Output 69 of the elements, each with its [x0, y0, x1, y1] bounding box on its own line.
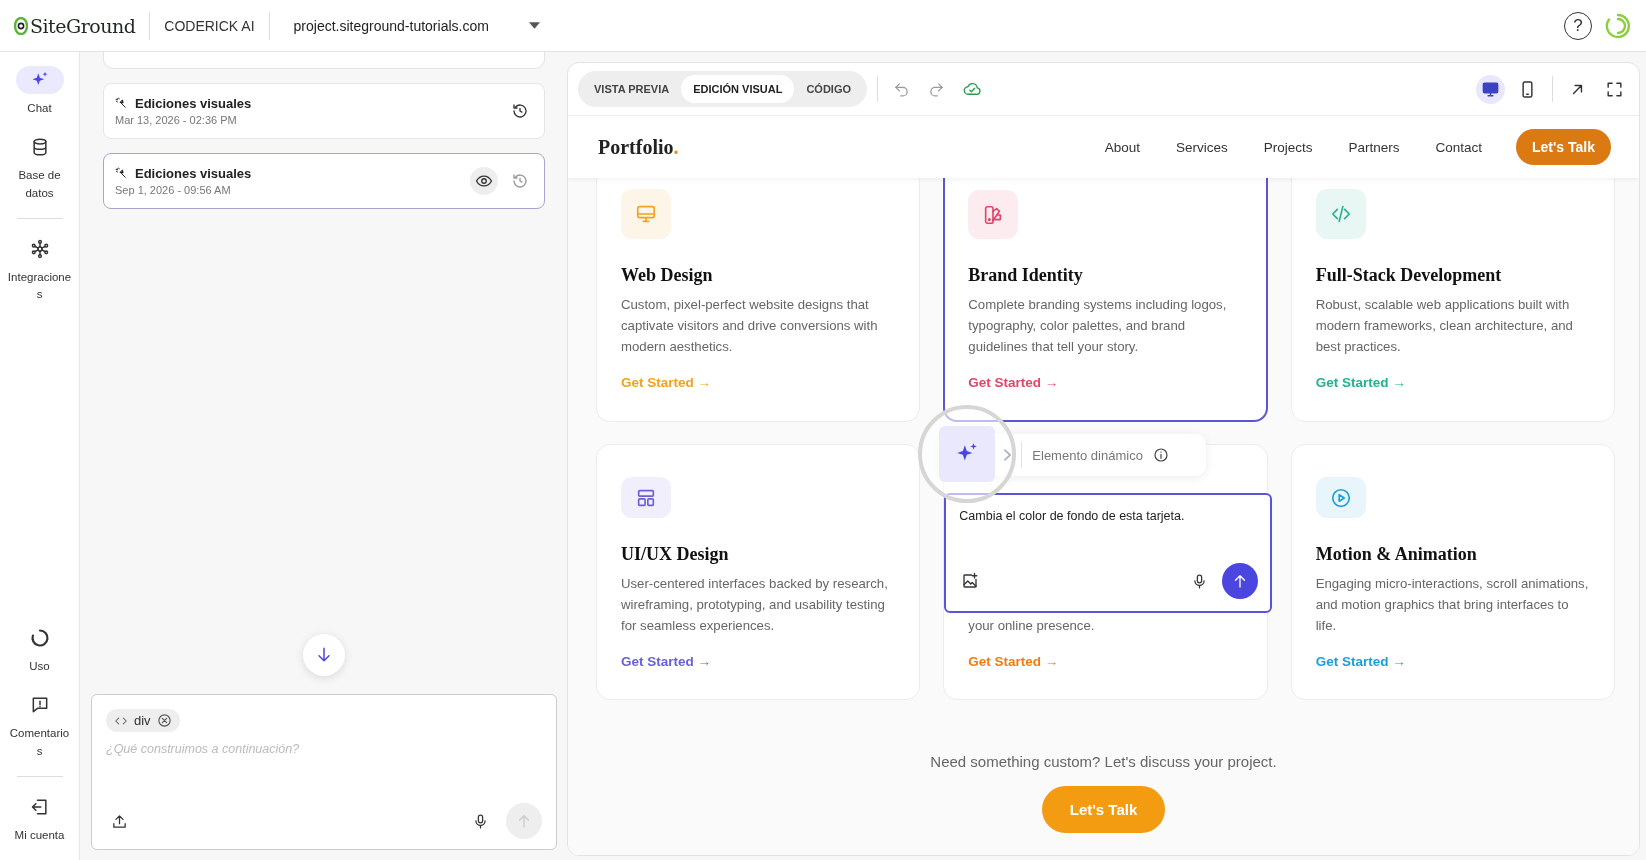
remove-icon: [156, 713, 172, 728]
cloud-check-icon: [963, 80, 982, 98]
history-icon: [511, 102, 529, 120]
fullscreen-icon: [1605, 79, 1624, 99]
cta-text: Need something custom? Let's discuss your project.: [930, 753, 1277, 770]
card-description: your online presence.: [968, 617, 1096, 635]
redo-icon: [928, 80, 946, 98]
mode-tab[interactable]: CÓDIGO: [794, 75, 864, 103]
prompt-text: Cambia el color de fondo de esta tarjeta.: [959, 509, 1186, 523]
help-button[interactable]: ?: [1564, 11, 1592, 40]
nav-item[interactable]: Chat: [1, 66, 78, 118]
mic-icon: [472, 812, 489, 830]
cursor-sparkle-icon: [115, 97, 128, 110]
cursor-sparkle-icon: [115, 167, 128, 180]
info-icon: [1152, 447, 1169, 463]
card-description: User-centered interfaces backed by research, wireframing, prototyping, and usability testing for seamless experiences.: [621, 575, 889, 635]
history-icon: [511, 172, 529, 190]
ai-edit-button[interactable]: [939, 426, 996, 482]
card-title: UI/UX Design: [621, 544, 730, 565]
history-date: Mar 13, 2026 - 02:36 PM: [115, 114, 238, 126]
nav-item[interactable]: Mi cuenta: [1, 792, 78, 844]
card-title: Motion & Animation: [1315, 544, 1478, 565]
loading-icon: [1604, 11, 1632, 40]
element-label: Elemento dinámico: [1032, 447, 1143, 463]
site-nav-link[interactable]: Services: [1175, 139, 1228, 155]
nav-item[interactable]: Uso: [1, 624, 78, 676]
site-logo: Portfolio.: [598, 135, 679, 159]
undo-icon: [893, 80, 911, 98]
send-button[interactable]: [1222, 563, 1259, 599]
brand-name: SiteGround: [30, 14, 136, 37]
scroll-down-button[interactable]: [303, 634, 345, 676]
site-nav-link[interactable]: Projects: [1263, 139, 1313, 155]
chevron-right-icon: [1004, 449, 1012, 461]
site-nav-link[interactable]: Contact: [1435, 139, 1482, 155]
network-icon: [29, 238, 50, 259]
history-date: Sep 1, 2026 - 09:56 AM: [115, 184, 232, 196]
product-name: CODERICK AI: [164, 17, 255, 34]
card-description: Engaging micro-interactions, scroll animations, and motion graphics that bring interfaces to life.: [1315, 575, 1590, 635]
history-card[interactable]: Ediciones visuales Mar 13, 2026 - 02:36 PM: [103, 83, 545, 139]
card-title: Web Design: [621, 265, 714, 286]
get-started-link[interactable]: Get Started →: [621, 654, 896, 669]
nav-item[interactable]: Comentarios: [1, 691, 78, 760]
site-nav-link[interactable]: About: [1104, 139, 1140, 155]
card-description: Robust, scalable web applications built with modern frameworks, clean architecture, and best practices.: [1315, 296, 1574, 356]
history-title: Ediciones visuales: [135, 96, 252, 111]
nav-item[interactable]: Integraciones: [1, 234, 78, 304]
logo-icon: [14, 16, 28, 35]
site-selector[interactable]: project.siteground-tutorials.com: [283, 17, 550, 34]
prompt-dialog[interactable]: Cambia el color de fondo de esta tarjeta.: [944, 493, 1273, 613]
card-title: Full-Stack Development: [1315, 265, 1503, 286]
card-description: Complete branding systems including logos, typography, color palettes, and brand guidelines that tell your story.: [968, 296, 1228, 356]
mode-tab[interactable]: VISTA PREVIA: [582, 75, 682, 103]
upload-icon: [111, 812, 128, 830]
get-started-link[interactable]: Get Started →: [968, 375, 1243, 390]
nav-item[interactable]: Base de datos: [1, 133, 78, 202]
history-title: Ediciones visuales: [135, 166, 252, 181]
device-button[interactable]: [1476, 74, 1505, 104]
usage-icon: [29, 628, 50, 648]
history-card[interactable]: Ediciones visuales Sep 1, 2026 - 09:56 AM: [103, 153, 545, 209]
site-nav-link[interactable]: Partners: [1348, 139, 1400, 155]
chat-input[interactable]: div ¿Qué construimos a continuación?: [91, 694, 557, 850]
card-description: Custom, pixel-perfect website designs that captivate visitors and drive conversions with modern aesthetics.: [621, 296, 879, 356]
card-title: Brand Identity: [968, 265, 1084, 286]
caret-icon: [528, 22, 540, 29]
element-chip[interactable]: div: [106, 709, 180, 732]
desktop-icon: [1481, 79, 1500, 99]
image-icon: [961, 572, 980, 590]
preview-button[interactable]: [470, 167, 498, 195]
mode-tab[interactable]: EDICIÓN VISUAL: [681, 75, 795, 103]
